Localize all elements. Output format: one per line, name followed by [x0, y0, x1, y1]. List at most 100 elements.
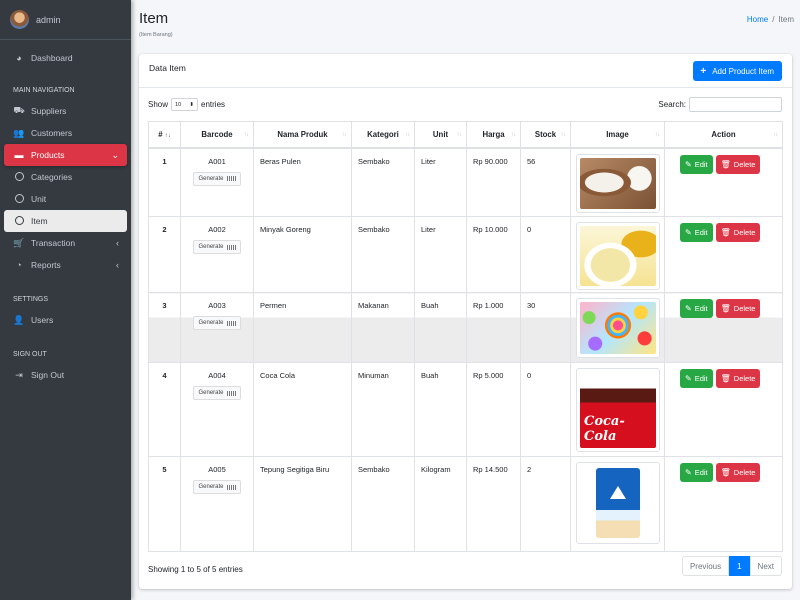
edit-button[interactable]: ✎ Edit — [680, 223, 713, 242]
cell-stock: 30 — [520, 292, 571, 363]
entries-select[interactable]: 10 ⬍ — [171, 98, 199, 111]
col-header-image[interactable]: Image ↑↓ — [570, 121, 665, 149]
nav-categories[interactable]: Categories — [4, 166, 127, 188]
nav-customers[interactable]: 👥 Customers — [4, 122, 127, 144]
circle-icon — [13, 193, 25, 205]
user-name: admin — [36, 14, 61, 25]
cell-barcode: A003 Generate — [180, 292, 254, 363]
cell-category: Minuman — [351, 362, 415, 457]
user-icon: 👤 — [13, 314, 25, 325]
barcode-value: A003 — [208, 301, 226, 310]
edit-button[interactable]: ✎ Edit — [680, 463, 713, 482]
trash-icon: 🗑 — [720, 468, 731, 477]
sort-icon: ↑↓ — [243, 131, 249, 138]
nav-products-label: Products — [31, 150, 65, 160]
cell-category: Sembako — [351, 216, 415, 293]
cell-name: Tepung Segitiga Biru — [253, 456, 352, 552]
col-header-barcode[interactable]: Barcode ↑↓ — [180, 121, 254, 149]
barcode-icon — [226, 176, 236, 181]
nav-users[interactable]: 👤 Users — [4, 309, 127, 331]
cell-name: Beras Pulen — [253, 147, 352, 217]
search-input[interactable] — [689, 97, 782, 112]
nav-sign-out[interactable]: ⇥ Sign Out — [4, 364, 127, 386]
entries-label: entries — [201, 100, 226, 109]
sort-icon: ↑↓ — [510, 131, 516, 138]
truck-icon: ⛟ — [13, 105, 25, 115]
nav-unit[interactable]: Unit — [4, 188, 127, 210]
nav-suppliers[interactable]: ⛟ Suppliers — [4, 100, 127, 122]
col-header-label: Action — [711, 129, 736, 139]
card-title: Data Item — [149, 63, 186, 73]
chevron-left-icon: ‹ — [116, 260, 119, 270]
user-panel[interactable]: admin — [0, 0, 131, 40]
cell-no: 1 — [148, 147, 181, 217]
col-header-label: Kategori — [367, 129, 399, 139]
generate-barcode-button[interactable]: Generate — [193, 386, 241, 400]
nav-item[interactable]: Item — [4, 210, 127, 232]
delete-button[interactable]: 🗑 Delete — [715, 154, 761, 174]
product-image — [576, 462, 660, 544]
edit-label: Edit — [694, 468, 708, 477]
product-image — [576, 222, 660, 290]
generate-barcode-button[interactable]: Generate — [193, 240, 241, 254]
nav-reports[interactable]: ◔ Reports ‹ — [4, 254, 127, 276]
edit-icon: ✎ — [685, 304, 692, 313]
cell-action: ✎ Edit 🗑 Delete — [664, 216, 783, 293]
cell-name: Minyak Goreng — [253, 216, 352, 293]
edit-icon: ✎ — [685, 228, 692, 237]
generate-barcode-button[interactable]: Generate — [193, 171, 241, 186]
trash-icon: 🗑 — [720, 374, 731, 383]
dashboard-icon: ◕ — [16, 53, 22, 63]
cell-category: Sembako — [351, 147, 415, 217]
cell-image: Coca-Cola — [570, 362, 665, 457]
table-row: 5 A005 Generate Tepung Segitiga Biru Sem… — [148, 456, 783, 552]
breadcrumb-home[interactable]: Home — [747, 15, 768, 24]
page-1-button[interactable]: 1 — [729, 556, 750, 576]
col-header-kategori[interactable]: Kategori ↑↓ — [351, 121, 415, 149]
delete-button[interactable]: 🗑 Delete — [715, 223, 761, 242]
edit-button[interactable]: ✎ Edit — [680, 154, 713, 174]
cell-action: ✎ Edit 🗑 Delete — [664, 456, 783, 552]
col-header-stock[interactable]: Stock ↑↓ — [520, 121, 571, 149]
cell-image — [570, 216, 665, 293]
generate-barcode-button[interactable]: Generate — [193, 480, 241, 494]
flour-bag-image — [596, 468, 640, 538]
avatar — [10, 10, 29, 29]
cell-category: Sembako — [351, 456, 415, 552]
col-header-harga[interactable]: Harga ↑↓ — [466, 121, 521, 149]
search-wrap: Search: — [658, 97, 782, 112]
delete-button[interactable]: 🗑 Delete — [715, 463, 761, 482]
cell-barcode: A005 Generate — [180, 456, 254, 552]
cell-barcode: A001 Generate — [180, 147, 254, 217]
page-subtitle: (Item Barang) — [139, 32, 173, 38]
coca-cola-image: Coca-Cola — [580, 372, 656, 448]
next-page-button[interactable]: Next — [749, 556, 782, 576]
edit-icon: ✎ — [685, 159, 692, 169]
col-header-label: # — [158, 129, 163, 139]
add-product-item-button[interactable]: + Add Product Item — [693, 61, 782, 81]
edit-label: Edit — [694, 374, 708, 383]
breadcrumb-current: Item — [778, 15, 794, 24]
col-header-nama-produk[interactable]: Nama Produk ↑↓ — [253, 121, 352, 149]
nav-item-label: Item — [31, 216, 48, 226]
col-header-no[interactable]: # ↑↓ — [148, 121, 181, 149]
cell-no: 4 — [148, 362, 181, 457]
delete-label: Delete — [733, 374, 756, 383]
product-image — [576, 298, 660, 358]
delete-button[interactable]: 🗑 Delete — [715, 369, 761, 388]
generate-barcode-button[interactable]: Generate — [193, 316, 241, 330]
sort-icon: ↑↓ — [341, 131, 347, 138]
previous-page-button[interactable]: Previous — [681, 556, 730, 576]
delete-button[interactable]: 🗑 Delete — [715, 299, 761, 318]
trash-icon: 🗑 — [720, 228, 731, 237]
edit-button[interactable]: ✎ Edit — [680, 299, 713, 318]
nav-dashboard[interactable]: ◕ Dashboard — [4, 47, 127, 69]
edit-button[interactable]: ✎ Edit — [680, 369, 713, 388]
col-header-unit[interactable]: Unit ↑↓ — [414, 121, 467, 149]
nav-transaction[interactable]: 🛒 Transaction ‹ — [4, 232, 127, 254]
cell-no: 5 — [148, 456, 181, 552]
cart-icon: 🛒 — [13, 237, 25, 248]
nav-products[interactable]: ▬ Products ⌄ — [4, 144, 127, 166]
col-header-action[interactable]: Action ↑↓ — [664, 121, 783, 149]
show-entries: Show 10 ⬍ entries — [148, 98, 225, 111]
